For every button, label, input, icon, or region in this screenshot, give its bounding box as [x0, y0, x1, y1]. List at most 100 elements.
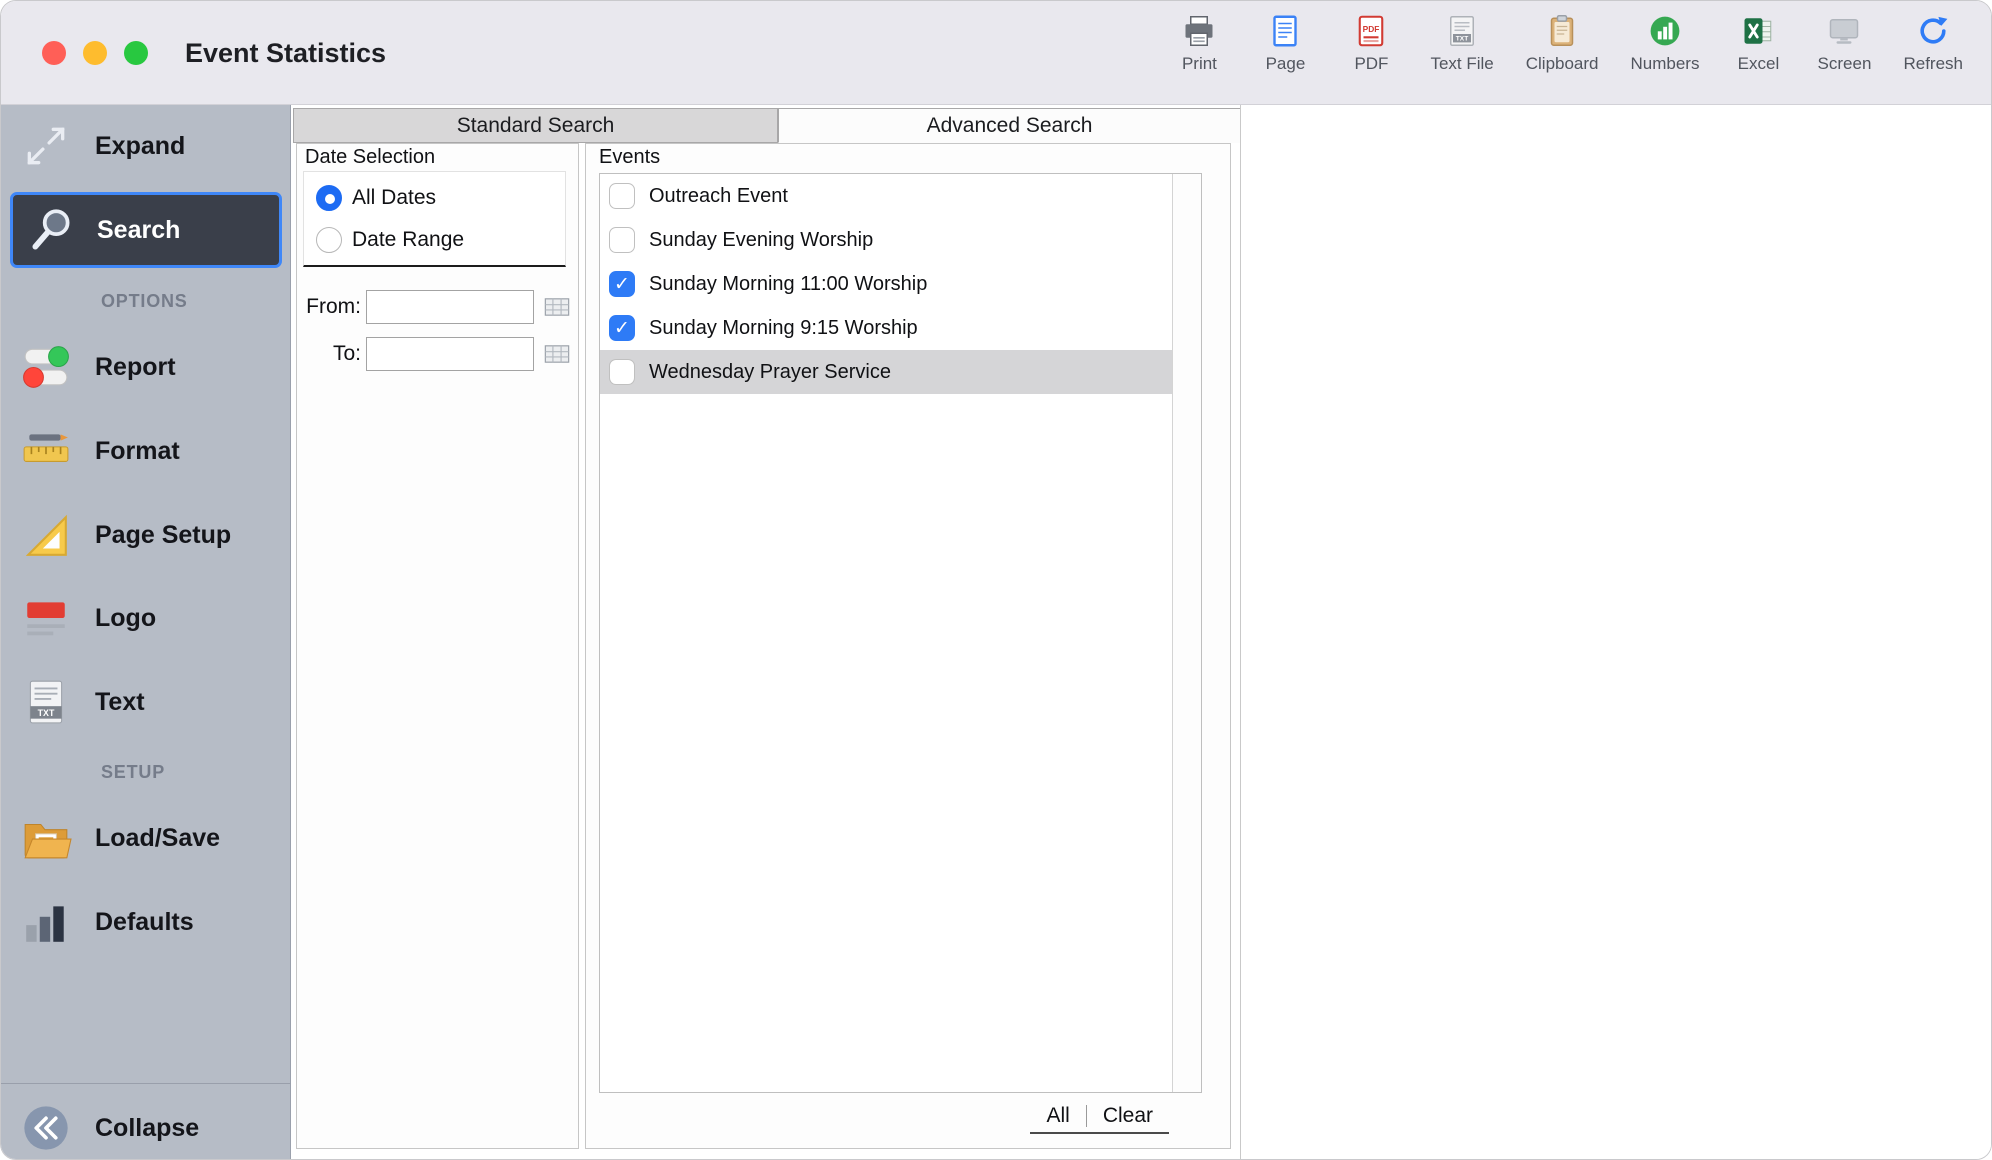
svg-text:TXT: TXT [38, 708, 55, 718]
refresh-icon [1915, 10, 1951, 52]
tab-advanced-search[interactable]: Advanced Search [778, 108, 1241, 143]
sidebar-item-label: Text [95, 688, 145, 717]
to-date-row: To: [297, 336, 580, 372]
sidebar-item-label: Search [97, 216, 180, 245]
sidebar-item-label: Format [95, 437, 180, 466]
folder-icon [17, 810, 75, 866]
sidebar-item-logo[interactable]: Logo [1, 585, 291, 651]
from-calendar-button[interactable] [542, 293, 572, 321]
toolbar-label: Print [1182, 54, 1217, 74]
sidebar-item-page-setup[interactable]: Page Setup [1, 502, 291, 568]
to-calendar-button[interactable] [542, 340, 572, 368]
search-icon [23, 202, 81, 258]
text-document-icon: TXT [17, 674, 75, 730]
clear-button[interactable]: Clear [1087, 1101, 1169, 1131]
toolbar-label: Numbers [1631, 54, 1700, 74]
sidebar: Expand Search OPTIONS Report Format [1, 105, 291, 1159]
event-checkbox[interactable] [609, 227, 635, 253]
toolbar-numbers[interactable]: Numbers [1631, 10, 1700, 74]
svg-text:TXT: TXT [1456, 35, 1468, 42]
sidebar-section-setup: SETUP [101, 762, 165, 783]
close-button[interactable] [42, 41, 66, 65]
event-list-buttons: All Clear [1030, 1100, 1169, 1134]
sidebar-separator [1, 1083, 291, 1084]
screen-icon [1826, 10, 1862, 52]
set-square-icon [17, 507, 75, 563]
event-row[interactable]: Sunday Evening Worship [600, 218, 1172, 262]
bar-chart-icon [17, 894, 75, 950]
sidebar-item-defaults[interactable]: Defaults [1, 889, 291, 955]
date-selection-panel: Date Selection All Dates Date Range From… [296, 143, 579, 1149]
event-checkbox[interactable] [609, 359, 635, 385]
toolbar-label: Text File [1430, 54, 1493, 74]
events-title: Events [599, 146, 660, 169]
event-label: Sunday Evening Worship [649, 229, 873, 252]
pdf-icon: PDF [1353, 10, 1389, 52]
zoom-button[interactable] [124, 41, 148, 65]
toolbar-refresh[interactable]: Refresh [1903, 10, 1963, 74]
radio-label: Date Range [352, 228, 464, 252]
toolbar-label: Clipboard [1526, 54, 1599, 74]
to-date-input[interactable] [366, 337, 534, 371]
sidebar-item-expand[interactable]: Expand [1, 113, 291, 179]
sidebar-item-search[interactable]: Search [10, 192, 282, 268]
toolbar-excel[interactable]: Excel [1731, 10, 1785, 74]
from-date-input[interactable] [366, 290, 534, 324]
page-icon [1267, 10, 1303, 52]
toolbar-label: PDF [1354, 54, 1388, 74]
sidebar-item-label: Report [95, 353, 176, 382]
toolbar-screen[interactable]: Screen [1817, 10, 1871, 74]
event-label: Outreach Event [649, 185, 788, 208]
sidebar-item-text[interactable]: TXT Text [1, 669, 291, 735]
radio-date-range[interactable]: Date Range [316, 227, 464, 253]
event-checkbox[interactable] [609, 183, 635, 209]
sidebar-item-format[interactable]: Format [1, 418, 291, 484]
numbers-icon [1647, 10, 1683, 52]
toolbar-label: Page [1266, 54, 1306, 74]
toolbar: Print Page PDF PDF TXT Text File [1172, 10, 1963, 100]
report-toggles-icon [17, 339, 75, 395]
event-label: Sunday Morning 9:15 Worship [649, 317, 918, 340]
to-label: To: [297, 342, 361, 366]
tab-standard-search[interactable]: Standard Search [293, 108, 778, 143]
window-title: Event Statistics [185, 1, 386, 105]
toolbar-label: Refresh [1903, 54, 1963, 74]
sidebar-item-report[interactable]: Report [1, 334, 291, 400]
event-row[interactable]: Outreach Event [600, 174, 1172, 218]
radio-label: All Dates [352, 186, 436, 210]
toolbar-clipboard[interactable]: Clipboard [1526, 10, 1599, 74]
from-date-row: From: [297, 289, 580, 325]
event-row[interactable]: Wednesday Prayer Service [600, 350, 1172, 394]
toolbar-pdf[interactable]: PDF PDF [1344, 10, 1398, 74]
sidebar-item-label: Defaults [95, 908, 194, 937]
sidebar-item-collapse[interactable]: Collapse [1, 1095, 291, 1160]
printer-icon [1181, 10, 1217, 52]
event-checkbox[interactable] [609, 315, 635, 341]
toolbar-page[interactable]: Page [1258, 10, 1312, 74]
from-label: From: [297, 295, 361, 319]
sidebar-item-label: Collapse [95, 1114, 199, 1143]
sidebar-item-label: Expand [95, 132, 185, 161]
radio-icon [316, 185, 342, 211]
select-all-button[interactable]: All [1030, 1101, 1085, 1131]
event-label: Wednesday Prayer Service [649, 361, 891, 384]
sidebar-item-label: Logo [95, 604, 156, 633]
sidebar-item-label: Page Setup [95, 521, 231, 550]
event-row[interactable]: Sunday Morning 11:00 Worship [600, 262, 1172, 306]
events-rows: Outreach Event Sunday Evening Worship Su… [600, 174, 1172, 1092]
event-checkbox[interactable] [609, 271, 635, 297]
events-panel: Events Outreach Event Sunday Evening Wor… [585, 143, 1231, 1149]
radio-all-dates[interactable]: All Dates [316, 185, 436, 211]
app-window: Event Statistics Print Page PDF PDF [0, 0, 1992, 1160]
event-label: Sunday Morning 11:00 Worship [649, 273, 927, 296]
radio-icon [316, 227, 342, 253]
text-file-icon: TXT [1444, 10, 1480, 52]
toolbar-print[interactable]: Print [1172, 10, 1226, 74]
toolbar-text-file[interactable]: TXT Text File [1430, 10, 1493, 74]
sidebar-item-load-save[interactable]: Load/Save [1, 805, 291, 871]
svg-text:PDF: PDF [1363, 24, 1380, 34]
minimize-button[interactable] [83, 41, 107, 65]
event-row[interactable]: Sunday Morning 9:15 Worship [600, 306, 1172, 350]
events-list: Outreach Event Sunday Evening Worship Su… [599, 173, 1202, 1093]
events-scrollbar[interactable] [1172, 174, 1201, 1092]
